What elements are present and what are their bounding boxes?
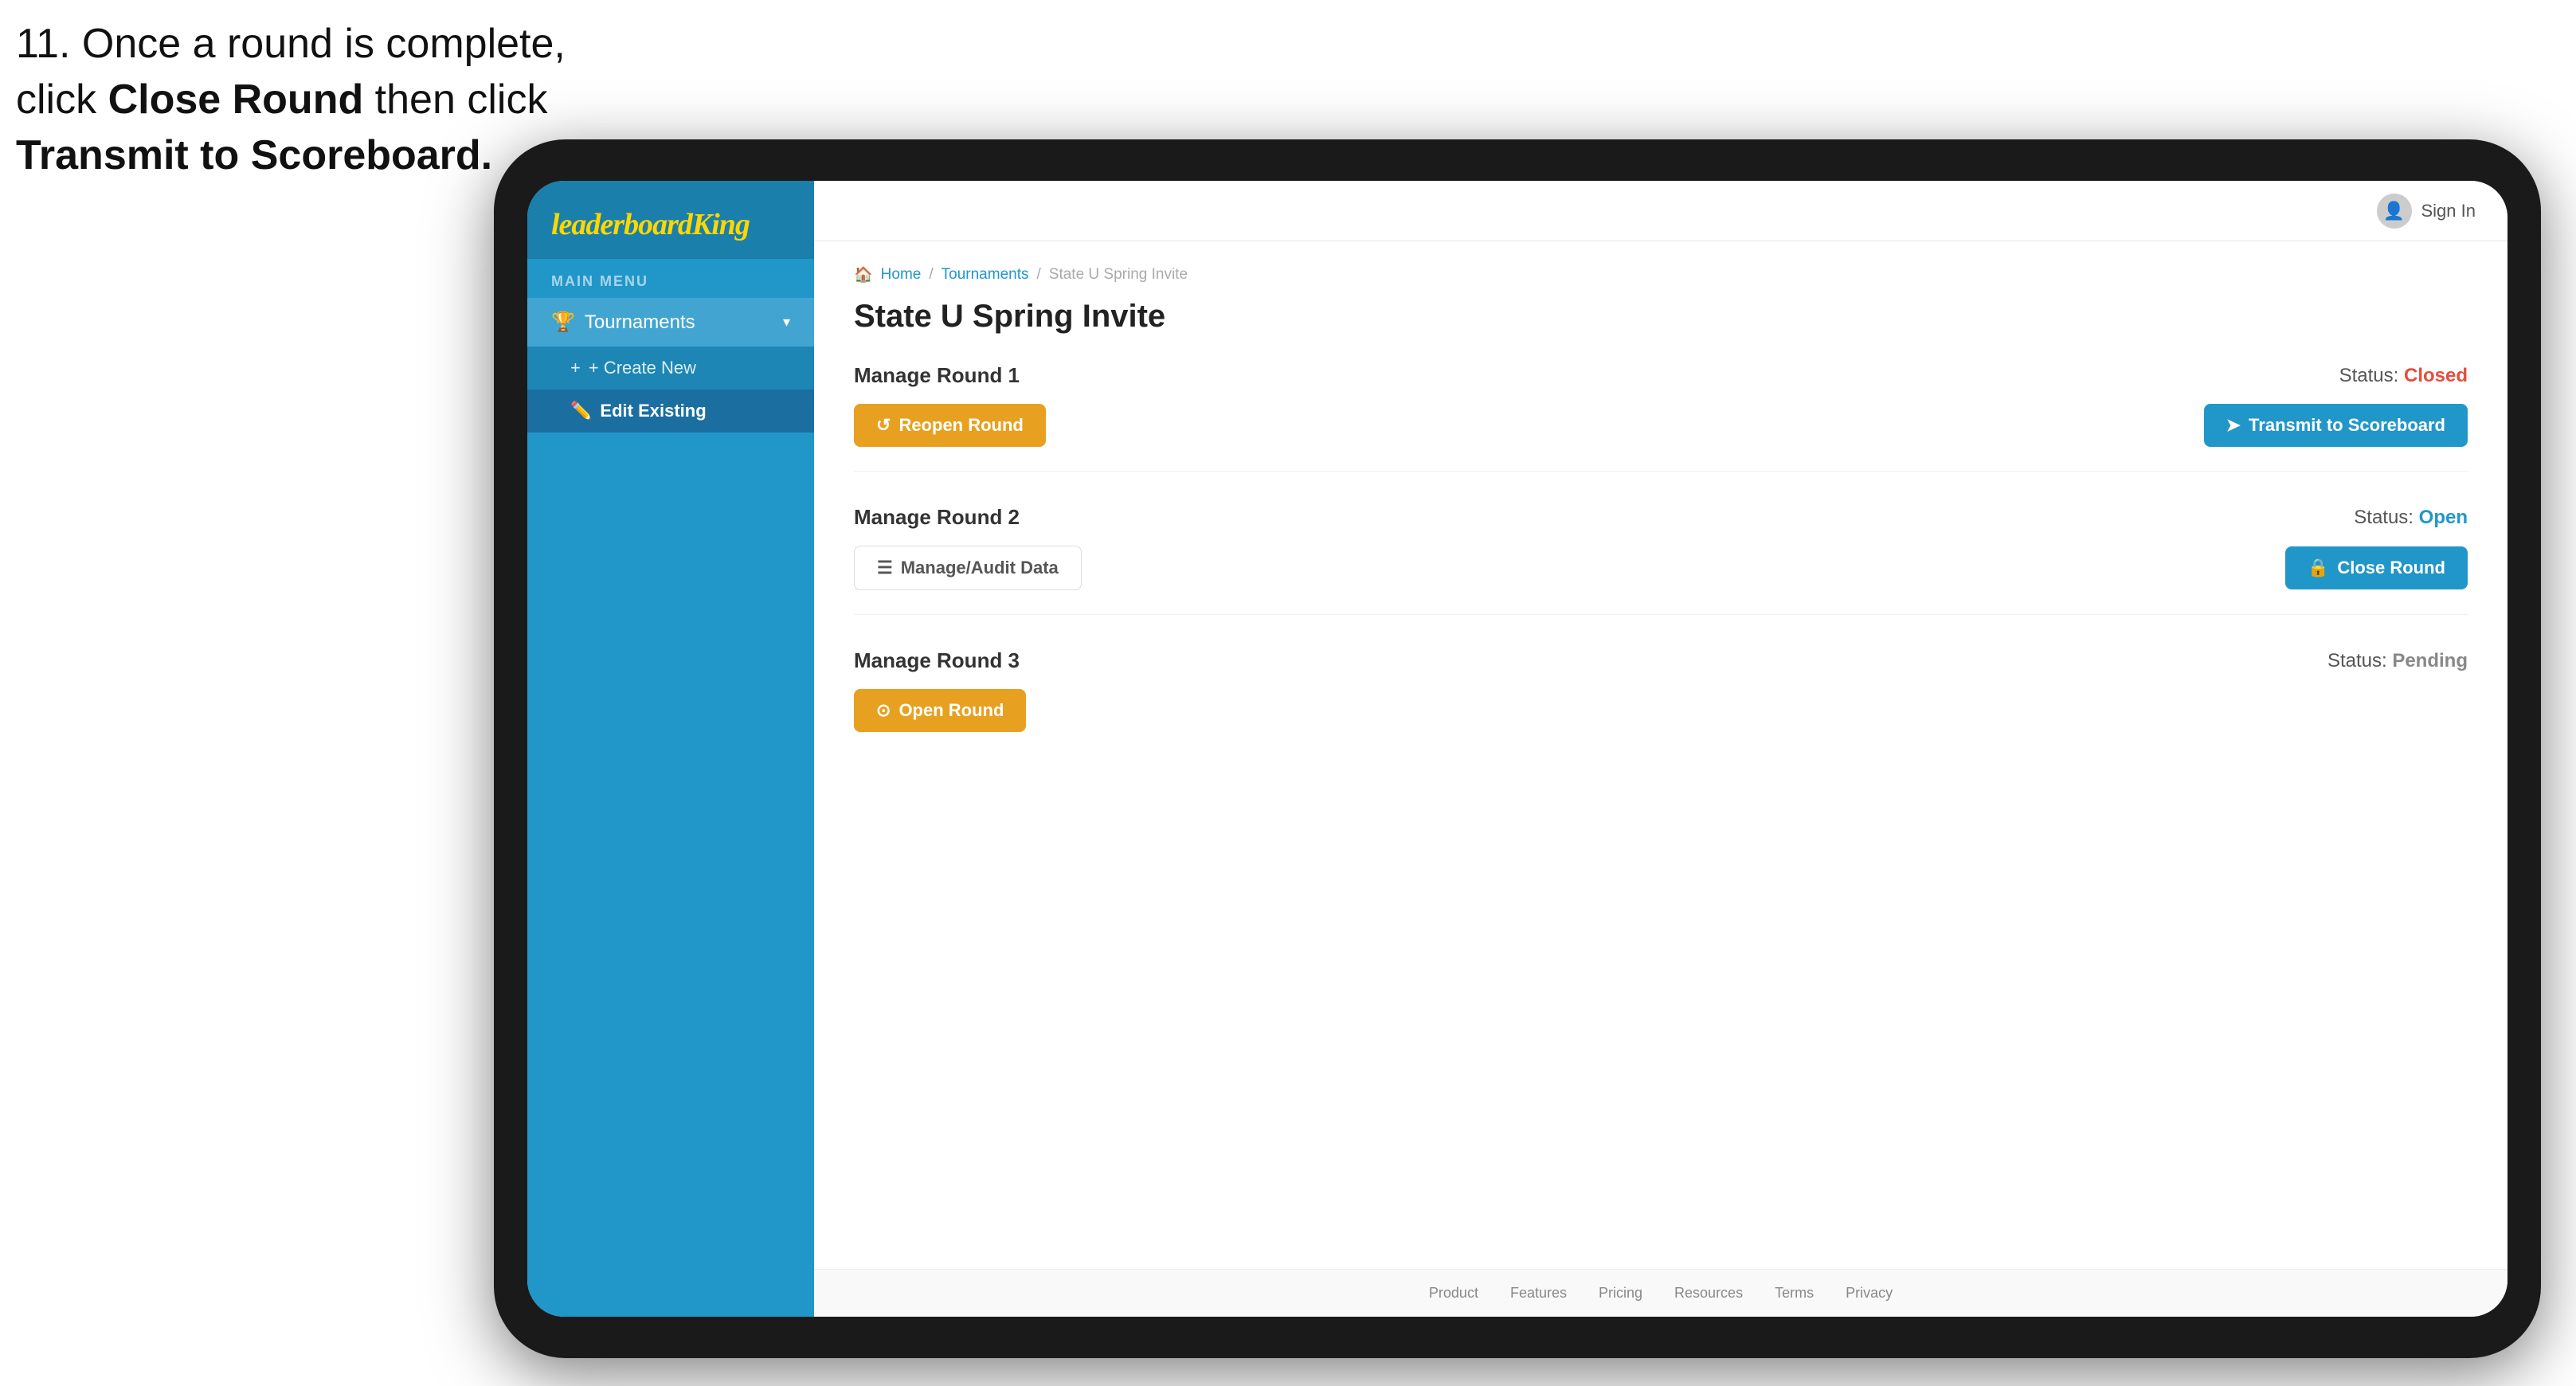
tablet-device: leaderboardKing MAIN MENU 🏆 Tournaments … xyxy=(494,139,2541,1358)
round-1-status-value: Closed xyxy=(2404,365,2468,386)
audit-icon: ☰ xyxy=(877,558,893,578)
transmit-icon: ➤ xyxy=(2226,415,2241,436)
round-1-status-label: Status: xyxy=(2339,365,2399,386)
footer-terms[interactable]: Terms xyxy=(1775,1285,1814,1302)
round-1-header: Manage Round 1 Status: Closed xyxy=(854,363,2468,388)
content-area: 🏠 Home / Tournaments / State U Spring In… xyxy=(814,241,2507,1269)
sidebar: leaderboardKing MAIN MENU 🏆 Tournaments … xyxy=(527,181,814,1317)
footer-features[interactable]: Features xyxy=(1510,1285,1567,1302)
page-title: State U Spring Invite xyxy=(854,299,2468,335)
sign-in-area[interactable]: 👤 Sign In xyxy=(2377,194,2476,229)
avatar-icon: 👤 xyxy=(2377,194,2412,229)
round-1-section: Manage Round 1 Status: Closed ↺ Reopen R… xyxy=(854,363,2468,472)
round-1-status: Status: Closed xyxy=(2339,365,2468,387)
chevron-down-icon: ▾ xyxy=(783,314,790,331)
manage-audit-label: Manage/Audit Data xyxy=(901,558,1059,578)
logo-styled: King xyxy=(692,208,750,241)
top-header: 👤 Sign In xyxy=(814,181,2507,241)
app-footer: Product Features Pricing Resources Terms… xyxy=(814,1269,2507,1317)
round-2-status-label: Status: xyxy=(2354,507,2414,528)
breadcrumb-home-link[interactable]: Home xyxy=(881,266,922,284)
instruction-line1: 11. Once a round is complete, xyxy=(16,21,566,67)
edit-icon: ✏️ xyxy=(570,401,592,421)
round-1-title: Manage Round 1 xyxy=(854,363,1020,388)
footer-resources[interactable]: Resources xyxy=(1674,1285,1743,1302)
transmit-scoreboard-label: Transmit to Scoreboard xyxy=(2249,415,2445,436)
instruction-bold2: Transmit to Scoreboard. xyxy=(16,132,492,178)
breadcrumb-home: 🏠 xyxy=(854,265,873,284)
reopen-icon: ↺ xyxy=(876,415,891,436)
instruction-line3: then click xyxy=(363,76,547,123)
round-2-header: Manage Round 2 Status: Open xyxy=(854,505,2468,530)
sidebar-item-tournaments[interactable]: 🏆 Tournaments ▾ xyxy=(527,298,814,346)
sidebar-tournaments-label: Tournaments xyxy=(585,311,695,334)
round-1-actions: ↺ Reopen Round ➤ Transmit to Scoreboard xyxy=(854,404,2468,447)
close-round-icon: 🔒 xyxy=(2308,558,2329,578)
sign-in-label: Sign In xyxy=(2421,201,2476,221)
instruction-bold1: Close Round xyxy=(108,76,364,123)
round-3-status-label: Status: xyxy=(2327,650,2387,671)
edit-existing-label: Edit Existing xyxy=(600,401,706,421)
breadcrumb-sep1: / xyxy=(929,266,933,284)
manage-audit-data-button[interactable]: ☰ Manage/Audit Data xyxy=(854,546,1082,590)
round-2-title: Manage Round 2 xyxy=(854,505,1020,530)
close-round-label: Close Round xyxy=(2337,558,2445,578)
reopen-round-label: Reopen Round xyxy=(898,415,1023,436)
trophy-icon: 🏆 xyxy=(551,311,575,334)
sidebar-item-create-new[interactable]: + + Create New xyxy=(527,346,814,390)
logo-area: leaderboardKing xyxy=(527,181,814,259)
round-3-title: Manage Round 3 xyxy=(854,648,1020,673)
breadcrumb: 🏠 Home / Tournaments / State U Spring In… xyxy=(854,265,2468,284)
round-3-status: Status: Pending xyxy=(2327,650,2468,672)
logo-normal: leaderboard xyxy=(551,208,692,241)
sidebar-submenu: + + Create New ✏️ Edit Existing xyxy=(527,346,814,433)
breadcrumb-current: State U Spring Invite xyxy=(1049,266,1188,284)
round-2-status-value: Open xyxy=(2419,507,2468,528)
footer-pricing[interactable]: Pricing xyxy=(1599,1285,1642,1302)
sidebar-menu: 🏆 Tournaments ▾ + + Create New ✏️ Edit E… xyxy=(527,298,814,433)
breadcrumb-sep2: / xyxy=(1036,266,1040,284)
round-3-actions: ⊙ Open Round xyxy=(854,689,2468,732)
main-menu-label: MAIN MENU xyxy=(527,259,814,298)
transmit-to-scoreboard-button[interactable]: ➤ Transmit to Scoreboard xyxy=(2204,404,2468,447)
plus-icon: + xyxy=(570,358,581,378)
round-2-section: Manage Round 2 Status: Open ☰ Manage/Aud… xyxy=(854,505,2468,615)
instruction-line2: click xyxy=(16,76,108,123)
footer-product[interactable]: Product xyxy=(1429,1285,1478,1302)
main-content: 👤 Sign In 🏠 Home / Tournaments / State U… xyxy=(814,181,2507,1317)
create-new-label: + Create New xyxy=(589,358,696,378)
sidebar-item-edit-existing[interactable]: ✏️ Edit Existing xyxy=(527,390,814,433)
open-round-button[interactable]: ⊙ Open Round xyxy=(854,689,1026,732)
breadcrumb-tournaments-link[interactable]: Tournaments xyxy=(942,266,1029,284)
round-3-section: Manage Round 3 Status: Pending ⊙ Open Ro… xyxy=(854,648,2468,756)
footer-privacy[interactable]: Privacy xyxy=(1846,1285,1893,1302)
app-layout: leaderboardKing MAIN MENU 🏆 Tournaments … xyxy=(527,181,2507,1317)
logo: leaderboardKing xyxy=(551,209,790,240)
open-round-label: Open Round xyxy=(898,700,1004,721)
tablet-screen: leaderboardKing MAIN MENU 🏆 Tournaments … xyxy=(527,181,2507,1317)
round-2-actions: ☰ Manage/Audit Data 🔒 Close Round xyxy=(854,546,2468,590)
round-3-header: Manage Round 3 Status: Pending xyxy=(854,648,2468,673)
instruction-text: 11. Once a round is complete, click Clos… xyxy=(16,16,566,184)
close-round-button[interactable]: 🔒 Close Round xyxy=(2285,546,2468,589)
round-3-status-value: Pending xyxy=(2392,650,2468,671)
round-2-status: Status: Open xyxy=(2354,507,2468,529)
reopen-round-button[interactable]: ↺ Reopen Round xyxy=(854,404,1046,447)
open-round-icon: ⊙ xyxy=(876,700,891,721)
